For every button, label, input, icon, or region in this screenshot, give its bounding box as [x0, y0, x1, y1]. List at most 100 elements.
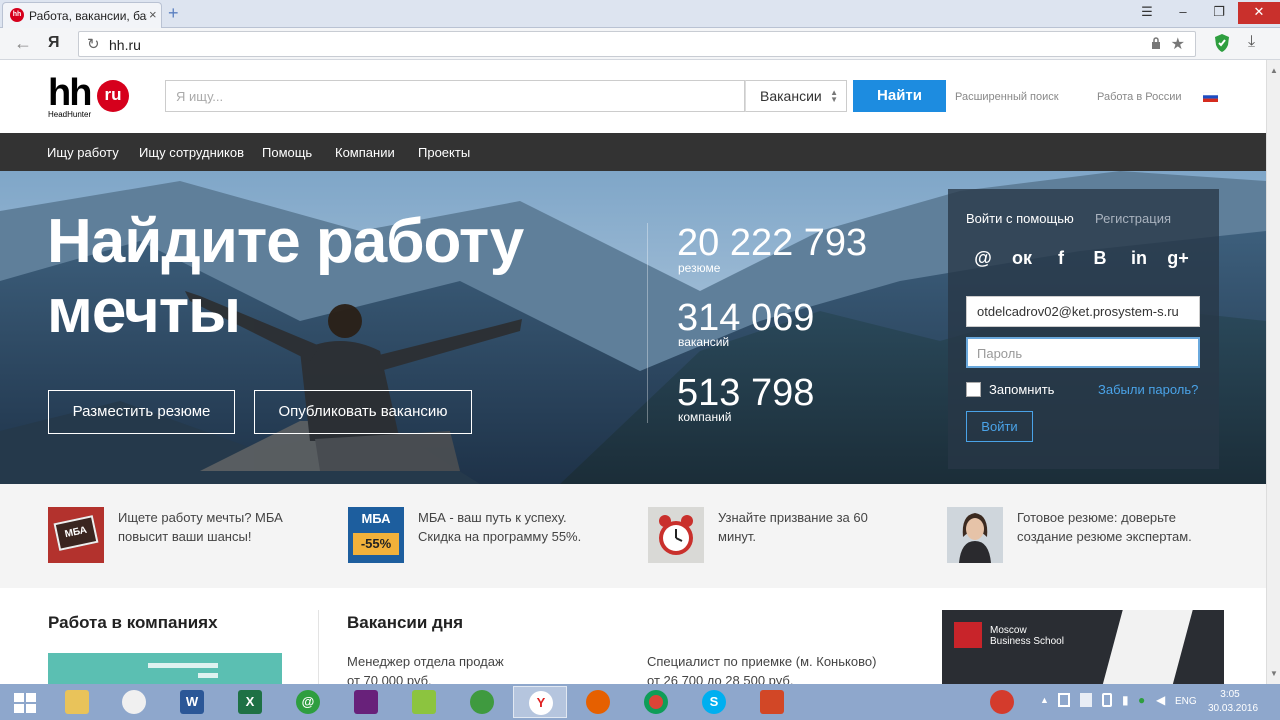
network-icon[interactable]: ▮ [1122, 693, 1129, 707]
vacancy-title-2[interactable]: Специалист по приемке (м. Коньково) [647, 654, 876, 669]
mba-tablet-image[interactable]: МБА [48, 507, 104, 563]
scroll-up-icon[interactable]: ▲ [1270, 66, 1278, 75]
address-field[interactable]: ↻ hh.ru ★ [78, 31, 1196, 57]
download-icon[interactable]: ⤓ [1248, 33, 1255, 51]
alarm-clock-image[interactable] [648, 507, 704, 563]
taskbar-mail-agent[interactable]: @ [281, 686, 335, 718]
remember-checkbox[interactable] [966, 382, 981, 397]
logo-ru-badge: ru [97, 80, 129, 112]
nav-item-companies[interactable]: Компании [335, 145, 395, 160]
nav-item-find-job[interactable]: Ищу работу [47, 145, 119, 160]
system-clock[interactable]: 3:05 30.03.2016 [1208, 688, 1258, 716]
vacancies-of-day-heading: Вакансии дня [347, 613, 464, 632]
email-field[interactable]: otdelcadrov02@ket.prosystem-s.ru [966, 296, 1200, 327]
mbs-logo-icon [954, 622, 982, 648]
forgot-password-link[interactable]: Забыли пароль? [1098, 382, 1198, 397]
google-plus-icon[interactable]: g+ [1161, 241, 1195, 275]
logo-hh: hh [48, 72, 92, 114]
taskbar-file-explorer[interactable] [50, 686, 104, 718]
android-icon [412, 690, 436, 714]
tray-window-icon[interactable] [1058, 693, 1070, 707]
ad-text-line-1: Moscow [990, 625, 1027, 636]
nav-item-help[interactable]: Помощь [262, 145, 312, 160]
search-type-select[interactable]: Вакансии ▲ ▼ [745, 80, 847, 112]
vkontakte-icon[interactable]: B [1083, 241, 1117, 275]
volume-icon[interactable]: ◀ [1156, 693, 1165, 707]
moscow-business-school-ad[interactable]: Moscow Business School [942, 610, 1224, 684]
region-link[interactable]: Работа в России [1097, 91, 1182, 103]
promo-text-3[interactable]: Узнайте призвание за 60 минут. [718, 508, 888, 546]
promo-text-2[interactable]: МБА - ваш путь к успеху. Скидка на прогр… [418, 508, 608, 546]
russia-flag-icon[interactable] [1203, 92, 1218, 102]
lock-icon [1152, 37, 1160, 49]
woman-portrait-image[interactable] [947, 507, 1003, 563]
restore-icon[interactable]: ❐ [1204, 2, 1234, 24]
reload-icon[interactable]: ↻ [87, 35, 100, 53]
vacancy-salary-2: от 26 700 до 28 500 руб. [647, 673, 794, 684]
vacancy-title-1[interactable]: Менеджер отдела продаж [347, 654, 504, 669]
headline-line-1: Найдите работу [47, 207, 524, 276]
mba-discount-badge[interactable]: МБА -55% [348, 507, 404, 563]
hh-logo[interactable]: hh ru HeadHunter [48, 74, 132, 122]
password-field[interactable]: Пароль [966, 337, 1200, 368]
mail-icon[interactable]: @ [966, 241, 1000, 275]
security-tray-icon[interactable]: ● [1138, 693, 1145, 707]
battery-icon[interactable] [1102, 693, 1112, 707]
advanced-search-link[interactable]: Расширенный поиск [955, 91, 1059, 103]
tab-close-icon[interactable]: × [149, 7, 157, 22]
taskbar-firefox[interactable] [571, 686, 625, 718]
alarm-clock-icon [659, 515, 693, 555]
new-tab-icon[interactable]: + [168, 4, 179, 22]
nav-item-projects[interactable]: Проекты [418, 145, 470, 160]
taskbar-powerpoint[interactable] [745, 686, 799, 718]
publish-vacancy-button[interactable]: Опубликовать вакансию [254, 390, 472, 434]
register-link[interactable]: Регистрация [1095, 211, 1171, 226]
taskbar-skype[interactable]: S [687, 686, 741, 718]
vk-glyph: B [1093, 248, 1107, 268]
start-button[interactable] [0, 686, 54, 718]
minimize-icon[interactable]: – [1168, 2, 1198, 24]
bookmark-star-icon[interactable]: ★ [1171, 34, 1185, 54]
taskbar-chrome[interactable] [629, 686, 683, 718]
scroll-down-icon[interactable]: ▼ [1270, 669, 1278, 678]
search-input[interactable] [165, 80, 745, 112]
promo-text-1[interactable]: Ищете работу мечты? МБА повысит ваши шан… [118, 508, 308, 546]
protect-shield-icon[interactable] [1214, 33, 1230, 53]
hh-page: hh ru HeadHunter Вакансии ▲▼ Найти Расши… [0, 60, 1266, 684]
page-scrollbar[interactable]: ▲ ▼ [1266, 60, 1280, 684]
window-close-icon[interactable]: ✕ [1238, 2, 1280, 24]
linkedin-icon[interactable]: in [1122, 241, 1156, 275]
taskbar-paint[interactable] [107, 686, 161, 718]
stats-divider [647, 223, 648, 423]
hero-banner: Найдите работу мечты Разместить резюме О… [0, 171, 1266, 484]
mail-agent-icon: @ [296, 690, 320, 714]
hero-headline: Найдите работу мечты [47, 207, 547, 347]
facebook-icon[interactable]: f [1044, 241, 1078, 275]
taskbar-globe[interactable] [455, 686, 509, 718]
odnoklassniki-icon[interactable]: ок [1005, 241, 1039, 275]
work-in-companies-heading: Работа в компаниях [48, 613, 218, 632]
taskbar-word[interactable]: W [165, 686, 219, 718]
login-button[interactable]: Войти [966, 411, 1033, 442]
taskbar-visual-studio[interactable] [339, 686, 393, 718]
tray-app[interactable] [975, 686, 1029, 718]
tab-title: Работа, вакансии, база резюме [29, 9, 147, 23]
yandex-button[interactable]: Я [48, 34, 60, 52]
menu-icon[interactable]: ☰ [1132, 2, 1162, 24]
promo-text-4[interactable]: Готовое резюме: доверьте создание резюме… [1017, 508, 1207, 546]
language-indicator[interactable]: ENG [1175, 696, 1197, 707]
post-resume-button[interactable]: Разместить резюме [48, 390, 235, 434]
tray-device-icon[interactable] [1080, 693, 1092, 707]
stat-companies-label: компаний [678, 410, 732, 424]
browser-tab[interactable]: hh Работа, вакансии, база резюме × [2, 2, 162, 28]
banner-stripe [198, 673, 218, 678]
taskbar-yandex-browser[interactable]: Y [513, 686, 567, 718]
taskbar-excel[interactable]: X [223, 686, 277, 718]
tray-expand-icon[interactable]: ▲ [1040, 695, 1049, 705]
taskbar-android[interactable] [397, 686, 451, 718]
find-button[interactable]: Найти [853, 80, 946, 112]
mba-badge-discount: -55% [353, 533, 399, 555]
back-arrow-icon[interactable]: ← [14, 33, 32, 54]
company-banner-image[interactable] [48, 653, 282, 684]
nav-item-find-staff[interactable]: Ищу сотрудников [139, 145, 244, 160]
